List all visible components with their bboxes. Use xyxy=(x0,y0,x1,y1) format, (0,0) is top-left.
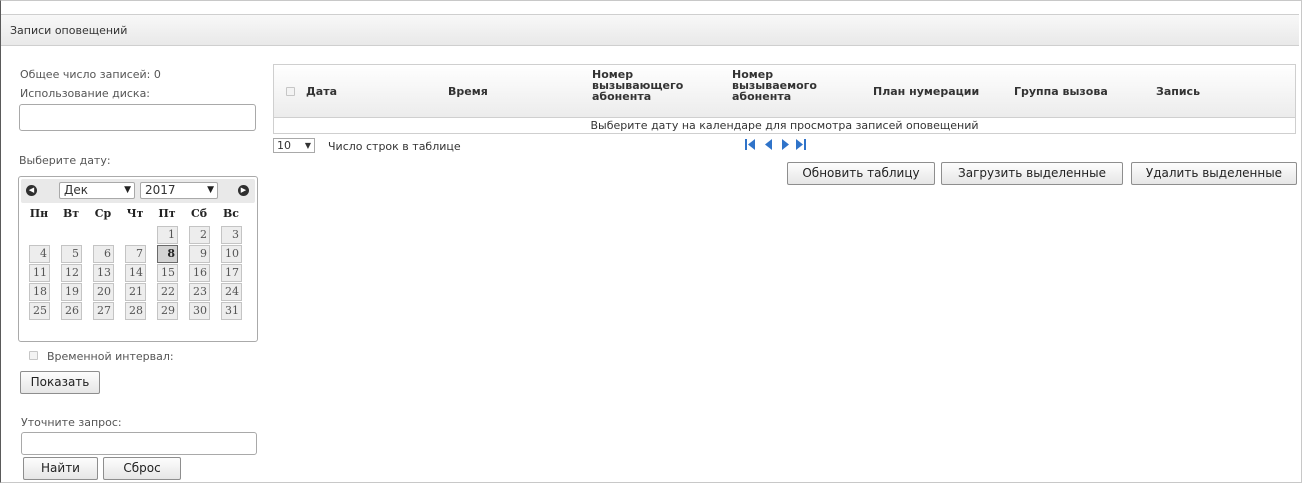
month-select[interactable]: Дек ▼ xyxy=(59,182,135,199)
calendar-day[interactable]: 3 xyxy=(221,226,242,244)
calendar-day[interactable]: 26 xyxy=(61,302,82,320)
column-caller-number[interactable]: Номер вызывающего абонента xyxy=(592,69,683,102)
calendar-day[interactable]: 23 xyxy=(189,283,210,301)
column-call-group[interactable]: Группа вызова xyxy=(1014,86,1108,97)
download-selected-button[interactable]: Загрузить выделенные xyxy=(941,162,1123,185)
calendar-day[interactable]: 28 xyxy=(125,302,146,320)
calendar-day[interactable]: 1 xyxy=(157,226,178,244)
records-table-header: Дата Время Номер вызывающего абонента Но… xyxy=(273,64,1296,118)
calendar-day[interactable]: 20 xyxy=(93,283,114,301)
rows-per-page-select[interactable]: 10 ▼ xyxy=(273,138,315,153)
calendar-day[interactable]: 31 xyxy=(221,302,242,320)
column-record[interactable]: Запись xyxy=(1156,86,1200,97)
prev-page-icon[interactable] xyxy=(764,139,774,150)
rows-per-page-label: Число строк в таблице xyxy=(328,140,461,153)
calendar-header: ◀ Дек ▼ 2017 ▼ ▶ xyxy=(21,179,255,203)
rows-per-page-value: 10 xyxy=(277,139,291,152)
calendar-day[interactable]: 24 xyxy=(221,283,242,301)
calendar-day[interactable]: 13 xyxy=(93,264,114,282)
disk-usage-field[interactable] xyxy=(19,104,256,131)
year-select[interactable]: 2017 ▼ xyxy=(140,182,218,199)
calendar-day[interactable]: 22 xyxy=(157,283,178,301)
reset-button[interactable]: Сброс xyxy=(103,457,181,480)
next-month-icon[interactable]: ▶ xyxy=(238,185,249,196)
prev-month-icon[interactable]: ◀ xyxy=(26,185,37,196)
column-time[interactable]: Время xyxy=(448,86,488,97)
column-date[interactable]: Дата xyxy=(306,86,337,97)
weekday-label: Вс xyxy=(223,207,239,220)
month-value: Дек xyxy=(64,183,89,197)
select-date-label: Выберите дату: xyxy=(19,154,111,167)
empty-table-message: Выберите дату на календаре для просмотра… xyxy=(273,118,1296,134)
refine-query-label: Уточните запрос: xyxy=(21,416,122,429)
column-numbering-plan[interactable]: План нумерации xyxy=(873,86,979,97)
refresh-table-button[interactable]: Обновить таблицу xyxy=(787,162,935,185)
select-all-checkbox[interactable] xyxy=(286,87,295,96)
total-records-label: Общее число записей: 0 xyxy=(20,68,161,81)
weekday-label: Пн xyxy=(29,207,49,220)
calendar-day[interactable]: 12 xyxy=(61,264,82,282)
first-page-icon[interactable] xyxy=(745,139,755,150)
calendar-day[interactable]: 14 xyxy=(125,264,146,282)
weekday-label: Чт xyxy=(126,207,144,220)
weekday-label: Сб xyxy=(190,207,208,220)
calendar-day[interactable]: 18 xyxy=(29,283,50,301)
chevron-down-icon: ▼ xyxy=(124,185,131,195)
calendar-day[interactable]: 2 xyxy=(189,226,210,244)
page-title: Записи оповещений xyxy=(10,24,128,37)
delete-selected-button[interactable]: Удалить выделенные xyxy=(1131,162,1297,185)
show-button[interactable]: Показать xyxy=(20,371,100,394)
calendar-day[interactable]: 9 xyxy=(189,245,210,263)
calendar-day[interactable]: 7 xyxy=(125,245,146,263)
calendar-day[interactable]: 11 xyxy=(29,264,50,282)
calendar-day[interactable]: 21 xyxy=(125,283,146,301)
calendar-day[interactable]: 17 xyxy=(221,264,242,282)
title-bar: Записи оповещений xyxy=(1,14,1299,46)
calendar-day[interactable]: 19 xyxy=(61,283,82,301)
calendar-day[interactable]: 16 xyxy=(189,264,210,282)
refine-query-input[interactable] xyxy=(21,432,257,455)
disk-usage-label: Использование диска: xyxy=(20,87,151,100)
weekday-label: Пт xyxy=(158,207,176,220)
chevron-down-icon: ▼ xyxy=(207,185,214,195)
calendar-day[interactable]: 8 xyxy=(157,245,178,263)
calendar: ◀ Дек ▼ 2017 ▼ ▶ Пн Вт Ср Чт Пт Сб Вс 1234567891… xyxy=(18,176,258,342)
calendar-day[interactable]: 15 xyxy=(157,264,178,282)
last-page-icon[interactable] xyxy=(796,139,806,150)
year-value: 2017 xyxy=(145,183,176,197)
weekday-label: Ср xyxy=(94,207,112,220)
interval-checkbox[interactable] xyxy=(29,351,38,360)
calendar-day[interactable]: 6 xyxy=(93,245,114,263)
next-page-icon[interactable] xyxy=(780,139,790,150)
calendar-day[interactable]: 10 xyxy=(221,245,242,263)
column-callee-number[interactable]: Номер вызываемого абонента xyxy=(732,69,817,102)
calendar-day[interactable]: 27 xyxy=(93,302,114,320)
calendar-day[interactable]: 4 xyxy=(29,245,50,263)
calendar-day[interactable]: 25 xyxy=(29,302,50,320)
chevron-down-icon: ▼ xyxy=(304,141,311,150)
find-button[interactable]: Найти xyxy=(23,457,98,480)
weekday-label: Вт xyxy=(62,207,80,220)
calendar-day[interactable]: 5 xyxy=(61,245,82,263)
calendar-day[interactable]: 30 xyxy=(189,302,210,320)
calendar-day[interactable]: 29 xyxy=(157,302,178,320)
interval-label: Временной интервал: xyxy=(47,350,174,363)
